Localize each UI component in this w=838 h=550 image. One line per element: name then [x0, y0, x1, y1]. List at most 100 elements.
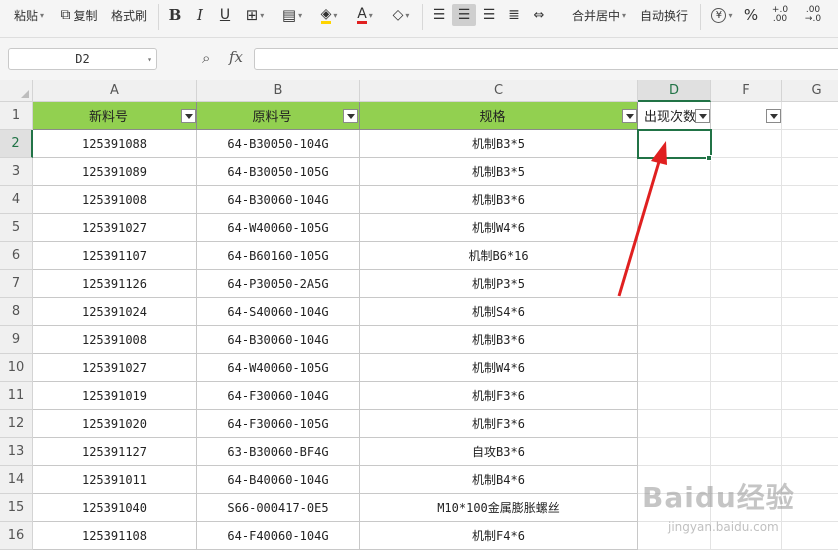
- table-cell[interactable]: 机制F4*6: [360, 522, 638, 550]
- table-cell[interactable]: 125391040: [33, 494, 197, 522]
- table-cell[interactable]: [711, 186, 782, 214]
- align-left-button[interactable]: ☰: [428, 4, 450, 26]
- table-cell[interactable]: 机制F3*6: [360, 382, 638, 410]
- table-cell[interactable]: [711, 354, 782, 382]
- filter-dropdown-icon[interactable]: [766, 109, 781, 123]
- column-header-b[interactable]: B: [197, 80, 360, 102]
- table-cell[interactable]: 机制F3*6: [360, 410, 638, 438]
- table-cell[interactable]: [782, 326, 838, 354]
- table-cell[interactable]: 125391027: [33, 354, 197, 382]
- table-cell[interactable]: 125391089: [33, 158, 197, 186]
- table-cell[interactable]: 自攻B3*6: [360, 438, 638, 466]
- row-header[interactable]: 2: [0, 130, 33, 158]
- select-all-corner[interactable]: [0, 80, 33, 102]
- column-header-d[interactable]: D: [638, 80, 711, 102]
- table-cell[interactable]: 机制B3*5: [360, 158, 638, 186]
- paste-button[interactable]: 粘贴 ▾: [10, 4, 48, 26]
- row-header[interactable]: 13: [0, 438, 33, 466]
- formula-input[interactable]: [254, 48, 838, 70]
- row-header[interactable]: 16: [0, 522, 33, 550]
- filter-dropdown-icon[interactable]: [622, 109, 637, 123]
- row-header[interactable]: 14: [0, 466, 33, 494]
- row-header[interactable]: 10: [0, 354, 33, 382]
- table-cell[interactable]: 机制B6*16: [360, 242, 638, 270]
- table-cell[interactable]: [782, 410, 838, 438]
- row-header[interactable]: 3: [0, 158, 33, 186]
- fx-icon[interactable]: fx: [229, 48, 243, 66]
- table-cell[interactable]: [782, 158, 838, 186]
- table-cell[interactable]: 125391008: [33, 326, 197, 354]
- decrease-decimal-button[interactable]: .00 →.0: [798, 4, 828, 26]
- table-cell[interactable]: 125391108: [33, 522, 197, 550]
- table-cell[interactable]: 机制P3*5: [360, 270, 638, 298]
- table-cell[interactable]: 64-W40060-105G: [197, 354, 360, 382]
- filter-dropdown-icon[interactable]: [695, 109, 710, 123]
- table-cell[interactable]: 机制W4*6: [360, 214, 638, 242]
- underline-button[interactable]: U: [214, 4, 236, 26]
- header-cell-a[interactable]: 新料号: [33, 102, 197, 130]
- table-cell[interactable]: 机制B4*6: [360, 466, 638, 494]
- table-cell[interactable]: [638, 354, 711, 382]
- increase-decimal-button[interactable]: +.0 .00: [765, 4, 795, 26]
- zoom-icon[interactable]: ⌕: [202, 49, 210, 67]
- table-cell[interactable]: [782, 186, 838, 214]
- table-cell[interactable]: [711, 326, 782, 354]
- header-cell-c[interactable]: 规格: [360, 102, 638, 130]
- fill-handle[interactable]: [706, 155, 712, 161]
- column-header-c[interactable]: C: [360, 80, 638, 102]
- row-header[interactable]: 4: [0, 186, 33, 214]
- format-painter-button[interactable]: 格式刷: [108, 4, 150, 26]
- distribute-button[interactable]: ⇔: [528, 4, 550, 26]
- table-cell[interactable]: 64-W40060-105G: [197, 214, 360, 242]
- merge-center-button[interactable]: 合并居中 ▾: [568, 4, 630, 26]
- table-cell[interactable]: 64-F30060-104G: [197, 382, 360, 410]
- table-cell[interactable]: 64-B30060-104G: [197, 186, 360, 214]
- table-cell[interactable]: [782, 354, 838, 382]
- table-cell[interactable]: [711, 242, 782, 270]
- table-cell[interactable]: 64-B40060-104G: [197, 466, 360, 494]
- row-header[interactable]: 11: [0, 382, 33, 410]
- table-cell[interactable]: [711, 214, 782, 242]
- table-cell[interactable]: 125391020: [33, 410, 197, 438]
- table-cell[interactable]: 机制B3*6: [360, 326, 638, 354]
- row-header[interactable]: 7: [0, 270, 33, 298]
- table-cell[interactable]: [711, 438, 782, 466]
- table-cell[interactable]: 机制S4*6: [360, 298, 638, 326]
- table-cell[interactable]: 机制B3*5: [360, 130, 638, 158]
- table-cell[interactable]: [782, 102, 838, 130]
- table-cell[interactable]: [638, 382, 711, 410]
- table-cell[interactable]: 125391027: [33, 214, 197, 242]
- table-cell[interactable]: [638, 410, 711, 438]
- column-header-a[interactable]: A: [33, 80, 197, 102]
- table-cell[interactable]: [782, 214, 838, 242]
- fill-style-button[interactable]: ▤ ▾: [276, 4, 308, 26]
- row-header[interactable]: 6: [0, 242, 33, 270]
- row-header[interactable]: 5: [0, 214, 33, 242]
- table-cell[interactable]: 机制B3*6: [360, 186, 638, 214]
- table-cell[interactable]: 125391127: [33, 438, 197, 466]
- table-cell[interactable]: [782, 242, 838, 270]
- table-cell[interactable]: 64-B30050-105G: [197, 158, 360, 186]
- filter-dropdown-icon[interactable]: [343, 109, 358, 123]
- column-header-f[interactable]: F: [711, 80, 782, 102]
- copy-button[interactable]: ⧉ 复制: [56, 4, 102, 26]
- table-cell[interactable]: [638, 438, 711, 466]
- table-cell[interactable]: 64-P30050-2A5G: [197, 270, 360, 298]
- table-cell[interactable]: [711, 410, 782, 438]
- row-header[interactable]: 12: [0, 410, 33, 438]
- justify-button[interactable]: ≣: [503, 4, 525, 26]
- table-cell[interactable]: 64-F30060-105G: [197, 410, 360, 438]
- table-cell[interactable]: [782, 438, 838, 466]
- table-cell[interactable]: [782, 298, 838, 326]
- percent-button[interactable]: %: [740, 4, 762, 26]
- table-cell[interactable]: [711, 158, 782, 186]
- table-cell[interactable]: 125391019: [33, 382, 197, 410]
- table-cell[interactable]: 64-B30060-104G: [197, 326, 360, 354]
- table-cell[interactable]: 64-B60160-105G: [197, 242, 360, 270]
- font-color-button[interactable]: A ▾: [350, 4, 380, 26]
- table-cell[interactable]: 125391088: [33, 130, 197, 158]
- table-cell[interactable]: 机制W4*6: [360, 354, 638, 382]
- table-cell[interactable]: [782, 382, 838, 410]
- table-cell[interactable]: 64-B30050-104G: [197, 130, 360, 158]
- table-cell[interactable]: M10*100金属膨胀螺丝: [360, 494, 638, 522]
